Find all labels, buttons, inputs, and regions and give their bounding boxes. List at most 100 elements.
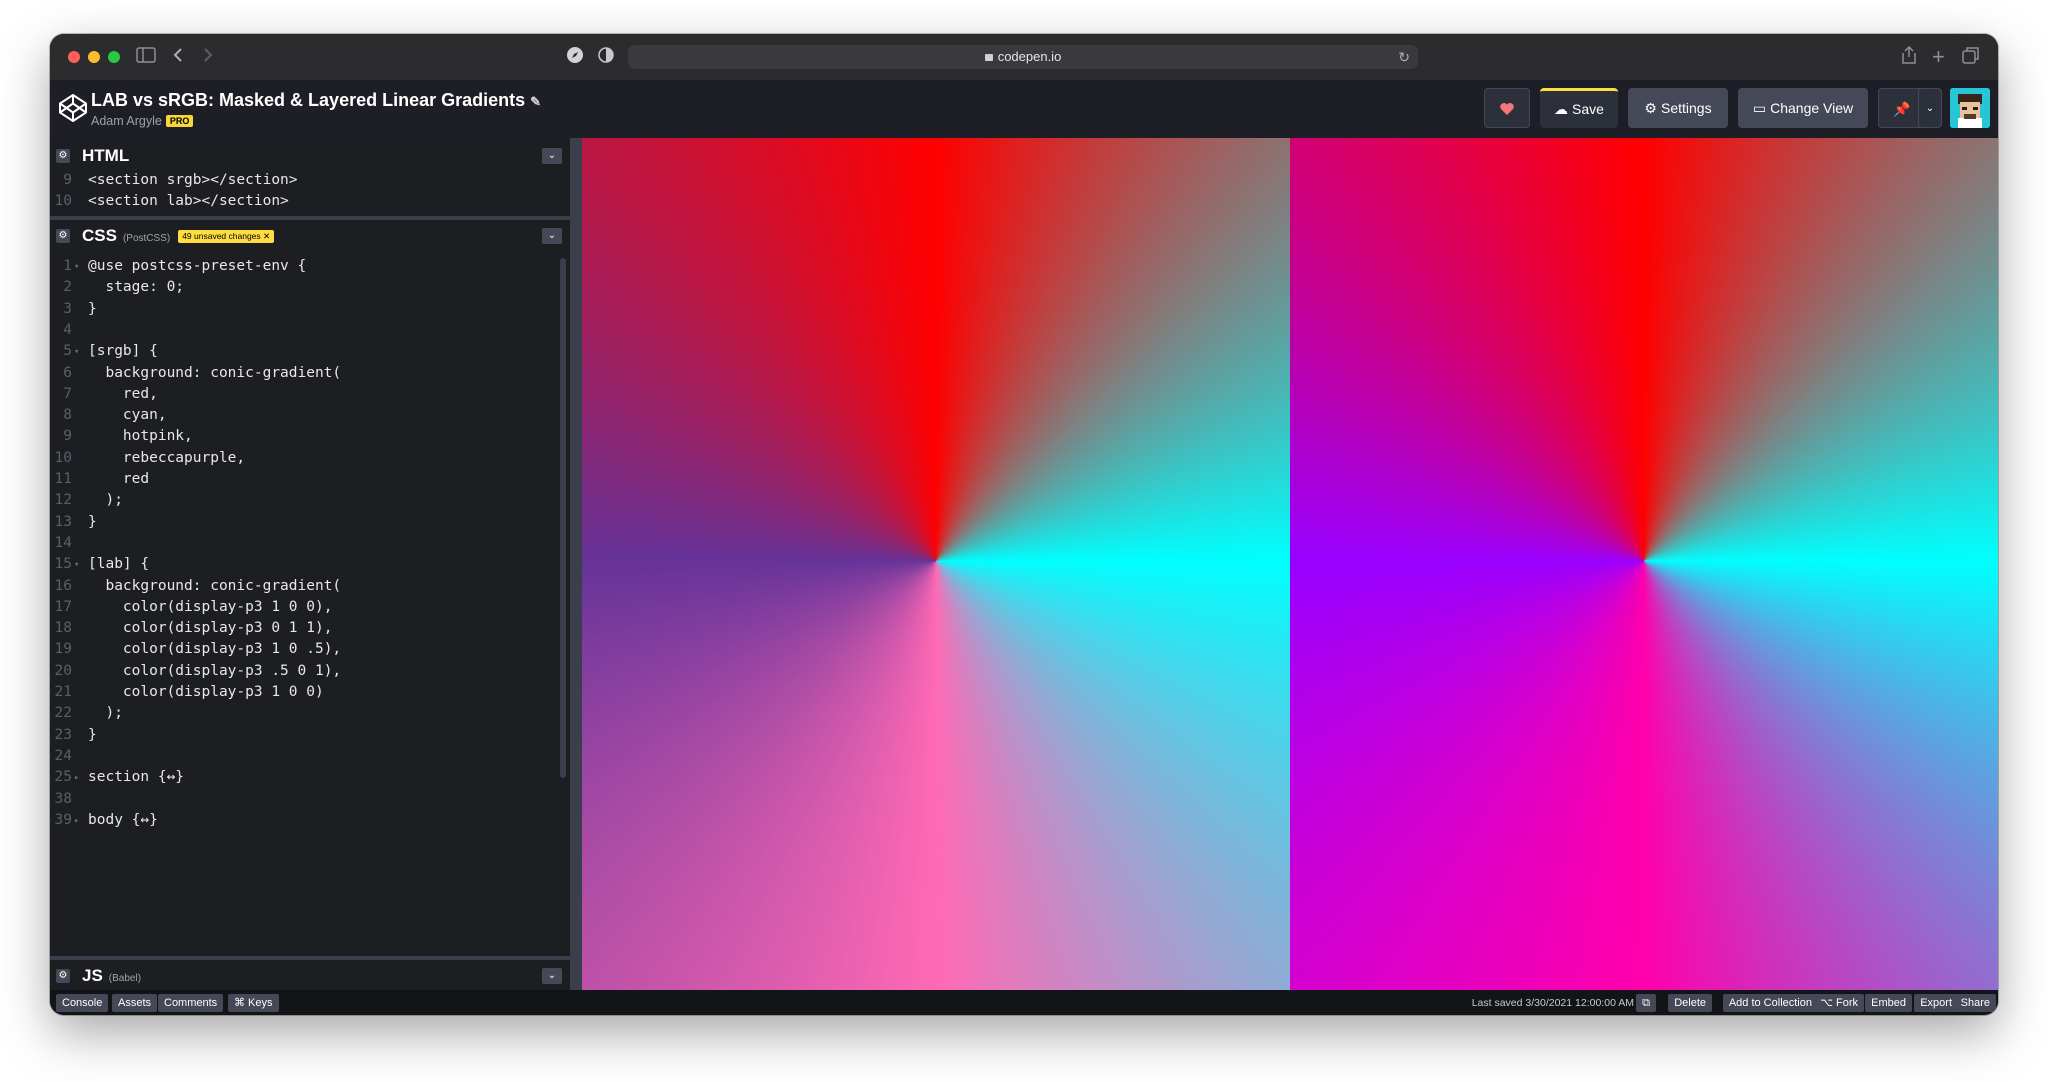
code-line: } xyxy=(88,300,97,317)
pin-icon: 📌 xyxy=(1893,101,1911,117)
delete-button[interactable]: Delete xyxy=(1668,994,1712,1012)
pin-dropdown-button[interactable]: ⌄ xyxy=(1918,88,1942,128)
css-settings-icon[interactable]: ⚙ xyxy=(56,229,70,243)
browser-toolbar: codepen.io ↻ + xyxy=(50,34,1998,81)
line-number: 20 xyxy=(54,662,72,679)
close-window-button[interactable] xyxy=(68,51,80,63)
line-number: 4 xyxy=(63,321,72,338)
line-number: 9 xyxy=(63,172,72,188)
html-panel-header[interactable]: ⚙ HTML ⌄ xyxy=(50,142,570,170)
new-tab-icon[interactable]: + xyxy=(1932,46,1945,68)
heart-button[interactable] xyxy=(1484,88,1530,128)
line-number: 18 xyxy=(54,620,72,637)
external-link-icon[interactable]: ⧉ xyxy=(1636,994,1656,1012)
line-number: 12 xyxy=(54,492,72,509)
pen-author: Adam Argyle PRO xyxy=(91,114,194,128)
fork-button[interactable]: ⌥ Fork xyxy=(1814,994,1864,1012)
settings-label: Settings xyxy=(1660,100,1712,116)
keys-button[interactable]: ⌘ Keys xyxy=(228,994,279,1012)
fold-closed-icon[interactable]: ▸ xyxy=(74,816,79,826)
compass-icon[interactable] xyxy=(566,46,584,69)
embed-button[interactable]: Embed xyxy=(1865,994,1912,1012)
console-button[interactable]: Console xyxy=(56,994,109,1012)
heart-icon xyxy=(1500,103,1514,115)
line-number: 10 xyxy=(54,193,72,209)
panel-divider[interactable] xyxy=(50,216,570,220)
js-panel-header[interactable]: ⚙ JS (Babel) ⌄ xyxy=(50,962,570,990)
fold-open-icon[interactable]: ▾ xyxy=(74,560,79,570)
line-number: 10 xyxy=(54,449,72,466)
minimize-window-button[interactable] xyxy=(88,51,100,63)
save-button[interactable]: ☁ Save xyxy=(1540,88,1618,128)
cloud-icon: ☁ xyxy=(1554,101,1569,117)
line-number: 3 xyxy=(63,300,72,317)
line-number: 21 xyxy=(54,684,72,700)
unsaved-changes-badge[interactable]: 49 unsaved changes ✕ xyxy=(178,230,275,243)
srgb-section xyxy=(582,138,1290,990)
address-bar[interactable]: codepen.io ↻ xyxy=(628,45,1418,69)
css-code-editor[interactable]: 1 ▾ @use postcss-preset-env {2 stage: 0; 3}… xyxy=(50,258,560,858)
codepen-header: LAB vs sRGB: Masked & Layered Linear Gra… xyxy=(50,80,1998,138)
fold-closed-icon[interactable]: ▸ xyxy=(74,773,79,783)
share-button[interactable]: Share xyxy=(1954,994,1996,1012)
tab-overview-icon[interactable] xyxy=(1962,46,1980,69)
fold-open-icon[interactable]: ▾ xyxy=(74,262,79,272)
panel-divider[interactable] xyxy=(50,956,570,960)
line-number: 11 xyxy=(54,471,72,487)
code-line: rebeccapurple, xyxy=(88,449,246,466)
fold-open-icon[interactable]: ▾ xyxy=(74,347,79,357)
css-panel-header[interactable]: ⚙ CSS (PostCSS) 49 unsaved changes ✕ ⌄ xyxy=(50,222,570,250)
unsaved-changes-text: 49 unsaved changes xyxy=(182,231,261,241)
codepen-logo-icon[interactable] xyxy=(57,92,89,124)
html-code-editor[interactable]: 9 <section srgb></section> 10 <section l… xyxy=(50,172,560,212)
html-panel-title: HTML xyxy=(82,146,130,165)
line-number: 22 xyxy=(54,705,72,722)
resize-handle[interactable] xyxy=(570,138,582,990)
change-view-label: Change View xyxy=(1770,100,1854,116)
js-panel-title: JS xyxy=(82,966,103,985)
css-scrollbar[interactable] xyxy=(560,258,566,778)
js-preprocessor: (Babel) xyxy=(108,973,142,984)
preview-frame[interactable] xyxy=(582,138,1998,990)
code-line: } xyxy=(88,513,97,530)
share-icon[interactable] xyxy=(1902,45,1916,69)
code-line: body {↔} xyxy=(88,811,158,828)
line-number: 14 xyxy=(54,534,72,551)
sidebar-toggle-icon[interactable] xyxy=(136,46,156,68)
lock-icon xyxy=(984,54,993,61)
assets-button[interactable]: Assets xyxy=(112,994,158,1012)
line-number: 38 xyxy=(54,790,72,807)
privacy-shield-icon[interactable] xyxy=(598,46,614,69)
save-label: Save xyxy=(1572,101,1604,117)
code-line: color(display-p3 1 0 0), xyxy=(88,598,333,615)
comments-button[interactable]: Comments xyxy=(158,994,224,1012)
css-collapse-icon[interactable]: ⌄ xyxy=(542,228,562,244)
line-number: 16 xyxy=(54,577,72,594)
js-collapse-icon[interactable]: ⌄ xyxy=(542,968,562,984)
user-avatar[interactable] xyxy=(1950,88,1990,128)
line-number: 6 xyxy=(63,364,72,381)
zoom-window-button[interactable] xyxy=(108,51,120,63)
edit-pencil-icon[interactable]: ✎ xyxy=(530,94,541,109)
export-button[interactable]: Export xyxy=(1914,994,1958,1012)
pen-title[interactable]: LAB vs sRGB: Masked & Layered Linear Gra… xyxy=(91,90,541,111)
code-line: background: conic-gradient( xyxy=(88,577,342,594)
line-number: 5 xyxy=(63,343,72,360)
line-number: 1 xyxy=(63,258,72,274)
line-number: 2 xyxy=(63,279,72,296)
change-view-button[interactable]: ▭ Change View xyxy=(1738,88,1868,128)
html-collapse-icon[interactable]: ⌄ xyxy=(542,148,562,164)
js-settings-icon[interactable]: ⚙ xyxy=(56,969,70,983)
lab-section xyxy=(1290,138,1998,990)
reload-icon[interactable]: ↻ xyxy=(1398,45,1410,69)
line-number: 23 xyxy=(54,726,72,743)
settings-button[interactable]: ⚙ Settings xyxy=(1628,88,1728,128)
author-name[interactable]: Adam Argyle xyxy=(91,114,162,128)
line-number: 7 xyxy=(63,385,72,402)
add-to-collection-button[interactable]: Add to Collection xyxy=(1722,994,1818,1012)
html-settings-icon[interactable]: ⚙ xyxy=(56,149,70,163)
forward-icon[interactable] xyxy=(202,46,214,68)
code-line: hotpink, xyxy=(88,428,193,445)
line-number: 15 xyxy=(54,556,72,573)
back-icon[interactable] xyxy=(172,46,184,68)
